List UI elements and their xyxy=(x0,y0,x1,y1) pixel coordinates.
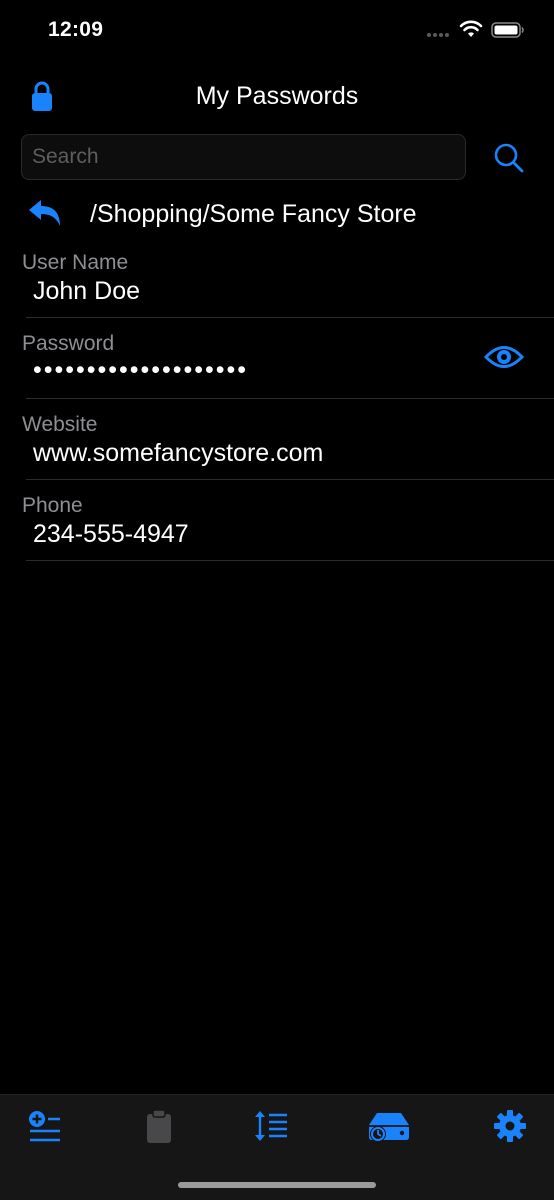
field-label: Password xyxy=(22,332,115,355)
password-value: •••••••••••••••••••• xyxy=(33,356,249,384)
clipboard-icon xyxy=(147,1109,171,1143)
page-title: My Passwords xyxy=(195,82,359,110)
field-website[interactable]: Website www.somefancystore.com xyxy=(0,399,554,480)
field-user-name[interactable]: User Name John Doe xyxy=(0,237,554,318)
field-phone[interactable]: Phone 234-555-4947 xyxy=(0,480,554,561)
backup-restore-icon[interactable] xyxy=(367,1109,411,1143)
divider xyxy=(26,560,554,561)
search-input[interactable] xyxy=(21,134,466,180)
breadcrumb: /Shopping/Some Fancy Store xyxy=(0,194,554,234)
field-value: 234-555-4947 xyxy=(33,520,189,548)
nav-header: My Passwords xyxy=(0,74,554,120)
cellular-signal-icon xyxy=(427,33,451,39)
eye-icon[interactable] xyxy=(484,342,524,372)
settings-gear-icon[interactable] xyxy=(493,1109,527,1143)
field-label: User Name xyxy=(22,251,129,274)
search-icon[interactable] xyxy=(493,142,525,174)
field-label: Phone xyxy=(22,494,83,517)
wifi-icon xyxy=(459,20,483,37)
status-time: 12:09 xyxy=(48,18,104,41)
breadcrumb-path: /Shopping/Some Fancy Store xyxy=(90,200,417,228)
field-value: www.somefancystore.com xyxy=(33,439,324,467)
status-bar: 12:09 xyxy=(0,0,554,60)
home-indicator xyxy=(178,1182,376,1188)
field-password[interactable]: Password •••••••••••••••••••• xyxy=(0,318,554,399)
add-entry-icon[interactable] xyxy=(27,1109,61,1143)
field-label: Website xyxy=(22,413,98,436)
battery-icon xyxy=(491,22,524,38)
field-value: John Doe xyxy=(33,277,141,305)
sort-icon[interactable] xyxy=(254,1109,288,1143)
back-arrow-icon[interactable] xyxy=(27,198,63,228)
